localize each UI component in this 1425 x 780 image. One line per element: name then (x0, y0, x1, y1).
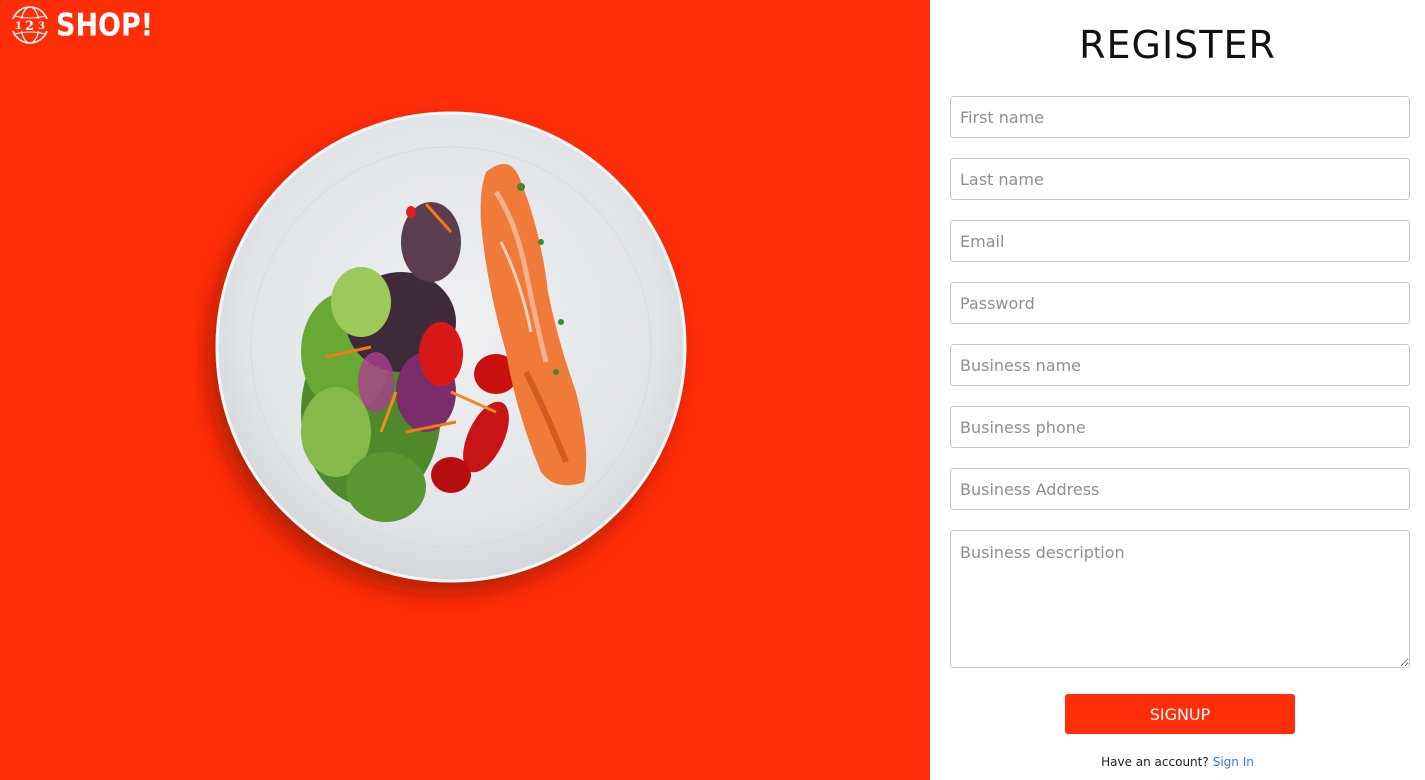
sign-in-link[interactable]: Sign In (1213, 755, 1254, 769)
logo-digit-1: 1 (15, 21, 22, 32)
register-title: REGISTER (1079, 23, 1276, 67)
signup-button[interactable]: SIGNUP (1065, 694, 1295, 734)
globe-icon: 1 2 3 (11, 6, 49, 44)
business-name-input[interactable] (950, 344, 1410, 386)
logo-digit-3: 3 (38, 21, 45, 32)
business-address-input[interactable] (950, 468, 1410, 510)
salmon-salad-plate-icon (215, 111, 687, 583)
business-description-textarea[interactable] (950, 530, 1410, 668)
first-name-input[interactable] (950, 96, 1410, 138)
business-phone-input[interactable] (950, 406, 1410, 448)
hero-panel: 1 2 3 SHOP! (0, 0, 930, 780)
email-input[interactable] (950, 220, 1410, 262)
hero-food-image (196, 92, 716, 612)
have-account-text: Have an account? (1101, 755, 1209, 769)
brand-logo[interactable]: 1 2 3 SHOP! (10, 4, 153, 46)
sign-in-prompt: Have an account? Sign In (930, 755, 1425, 769)
register-panel: REGISTER SIGNUP Have an account? Sign In (930, 0, 1425, 780)
logo-digit-2: 2 (25, 19, 34, 34)
last-name-input[interactable] (950, 158, 1410, 200)
brand-name: SHOP! (56, 7, 154, 43)
password-input[interactable] (950, 282, 1410, 324)
